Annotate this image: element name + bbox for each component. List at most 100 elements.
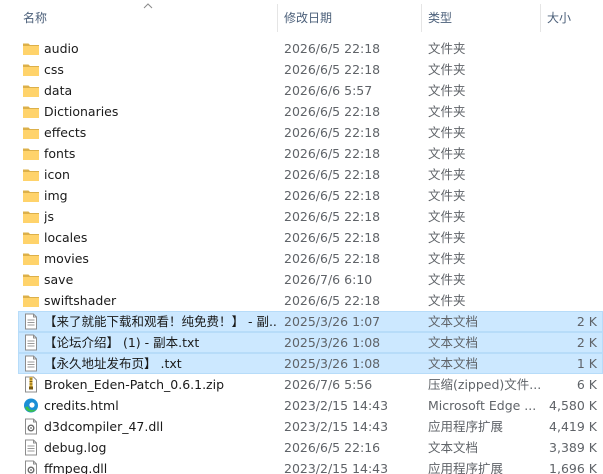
file-modified: 2026/6/5 22:18: [284, 188, 381, 203]
file-type: 文本文档: [428, 335, 479, 350]
folder-icon: [22, 271, 40, 288]
folder-icon: [22, 61, 40, 78]
file-list: audio 2026/6/5 22:18 文件夹 css 2026/6/5 22:18 文…: [0, 38, 603, 474]
file-row[interactable]: audio 2026/6/5 22:18 文件夹: [0, 38, 603, 59]
file-type: 文本文档: [428, 356, 479, 371]
file-row[interactable]: img 2026/6/5 22:18 文件夹: [0, 185, 603, 206]
column-name[interactable]: 名称: [23, 0, 47, 36]
folder-icon: [22, 40, 40, 57]
folder-icon: [22, 187, 40, 204]
file-modified: 2026/6/5 22:18: [284, 146, 381, 161]
file-row[interactable]: css 2026/6/5 22:18 文件夹: [0, 59, 603, 80]
file-type: 文件夹: [428, 230, 466, 245]
column-header: 名称 修改日期 类型 大小: [0, 0, 603, 36]
file-type: 文件夹: [428, 146, 466, 161]
file-name: effects: [44, 125, 87, 140]
file-modified: 2023/2/15 14:43: [284, 461, 389, 474]
file-type: 文件夹: [428, 41, 466, 56]
file-size: 1,696 K: [549, 461, 597, 474]
file-row[interactable]: fonts 2026/6/5 22:18 文件夹: [0, 143, 603, 164]
dll-file-icon: [22, 460, 40, 474]
file-row[interactable]: swiftshader 2026/6/5 22:18 文件夹: [0, 290, 603, 311]
file-name: icon: [44, 167, 70, 182]
column-size[interactable]: 大小: [547, 0, 571, 36]
file-explorer: 名称 修改日期 类型 大小 audio 2026/6/5 22:18 文件夹 css 2…: [0, 0, 603, 474]
file-modified: 2026/6/5 22:16: [284, 440, 381, 455]
file-type: 应用程序扩展: [428, 461, 504, 474]
file-type: 文件夹: [428, 62, 466, 77]
file-type: 文件夹: [428, 188, 466, 203]
folder-icon: [22, 82, 40, 99]
file-size: 6 K: [576, 377, 597, 392]
file-name: Dictionaries: [44, 104, 119, 119]
folder-icon: [22, 166, 40, 183]
file-type: 文件夹: [428, 104, 466, 119]
sort-ascending-icon: [143, 3, 153, 9]
file-modified: 2026/7/6 6:10: [284, 272, 373, 287]
file-name: fonts: [44, 146, 76, 161]
folder-icon: [22, 292, 40, 309]
file-size: 2 K: [576, 314, 597, 329]
file-name: d3dcompiler_47.dll: [44, 419, 164, 434]
file-row[interactable]: Broken_Eden-Patch_0.6.1.zip 2026/7/6 5:56…: [0, 374, 603, 395]
file-row[interactable]: credits.html 2023/2/15 14:43 Microsoft Edg…: [0, 395, 603, 416]
file-type: 文件夹: [428, 167, 466, 182]
file-modified: 2026/6/5 22:18: [284, 41, 381, 56]
file-row[interactable]: locales 2026/6/5 22:18 文件夹: [0, 227, 603, 248]
file-name: ffmpeg.dll: [44, 461, 108, 474]
folder-icon: [22, 103, 40, 120]
file-name: swiftshader: [44, 293, 117, 308]
column-type[interactable]: 类型: [428, 0, 452, 36]
folder-icon: [22, 250, 40, 267]
file-row[interactable]: d3dcompiler_47.dll 2023/2/15 14:43 应用程序扩展 4…: [0, 416, 603, 437]
file-row[interactable]: Dictionaries 2026/6/5 22:18 文件夹: [0, 101, 603, 122]
file-name: audio: [44, 41, 79, 56]
column-divider[interactable]: [421, 4, 422, 32]
zip-file-icon: [22, 376, 40, 393]
text-file-icon: [22, 334, 40, 351]
file-type: 文件夹: [428, 293, 466, 308]
text-file-icon: [22, 439, 40, 456]
column-divider[interactable]: [540, 4, 541, 32]
file-name: save: [44, 272, 74, 287]
file-modified: 2025/3/26 1:08: [284, 335, 381, 350]
file-name: movies: [44, 251, 89, 266]
folder-icon: [22, 208, 40, 225]
file-modified: 2026/6/5 22:18: [284, 62, 381, 77]
file-modified: 2026/6/5 22:18: [284, 104, 381, 119]
dll-file-icon: [22, 418, 40, 435]
file-row[interactable]: data 2026/6/6 5:57 文件夹: [0, 80, 603, 101]
text-file-icon: [22, 313, 40, 330]
file-modified: 2026/6/5 22:18: [284, 209, 381, 224]
file-modified: 2026/6/5 22:18: [284, 251, 381, 266]
file-type: 文件夹: [428, 251, 466, 266]
file-row[interactable]: effects 2026/6/5 22:18 文件夹: [0, 122, 603, 143]
file-row[interactable]: debug.log 2026/6/5 22:16 文本文档 3,389 K: [0, 437, 603, 458]
file-name: 【来了就能下载和观看！纯免费！】 - 副...: [44, 314, 276, 329]
file-type: 文件夹: [428, 209, 466, 224]
file-modified: 2023/2/15 14:43: [284, 398, 389, 413]
file-name: img: [44, 188, 68, 203]
folder-icon: [22, 229, 40, 246]
file-modified: 2026/6/5 22:18: [284, 293, 381, 308]
column-divider[interactable]: [277, 4, 278, 32]
file-row[interactable]: 【永久地址发布页】 .txt 2025/3/26 1:08 文本文档 1 K: [0, 353, 603, 374]
file-row[interactable]: icon 2026/6/5 22:18 文件夹: [0, 164, 603, 185]
file-type: 文件夹: [428, 272, 466, 287]
file-size: 4,419 K: [549, 419, 597, 434]
file-row[interactable]: ffmpeg.dll 2023/2/15 14:43 应用程序扩展 1,696 K: [0, 458, 603, 474]
file-name: locales: [44, 230, 88, 245]
file-modified: 2025/3/26 1:07: [284, 314, 381, 329]
file-size: 3,389 K: [549, 440, 597, 455]
file-row[interactable]: movies 2026/6/5 22:18 文件夹: [0, 248, 603, 269]
file-type: Microsoft Edge ...: [428, 398, 537, 413]
file-name: js: [44, 209, 54, 224]
file-type: 文本文档: [428, 314, 479, 329]
file-row[interactable]: 【来了就能下载和观看！纯免费！】 - 副... 2025/3/26 1:07 文本文…: [0, 311, 603, 332]
file-row[interactable]: save 2026/7/6 6:10 文件夹: [0, 269, 603, 290]
file-row[interactable]: 【论坛介绍】 (1) - 副本.txt 2025/3/26 1:08 文本文档 2 K: [0, 332, 603, 353]
file-row[interactable]: js 2026/6/5 22:18 文件夹: [0, 206, 603, 227]
column-modified[interactable]: 修改日期: [284, 0, 332, 36]
folder-icon: [22, 145, 40, 162]
edge-html-icon: [22, 397, 40, 414]
